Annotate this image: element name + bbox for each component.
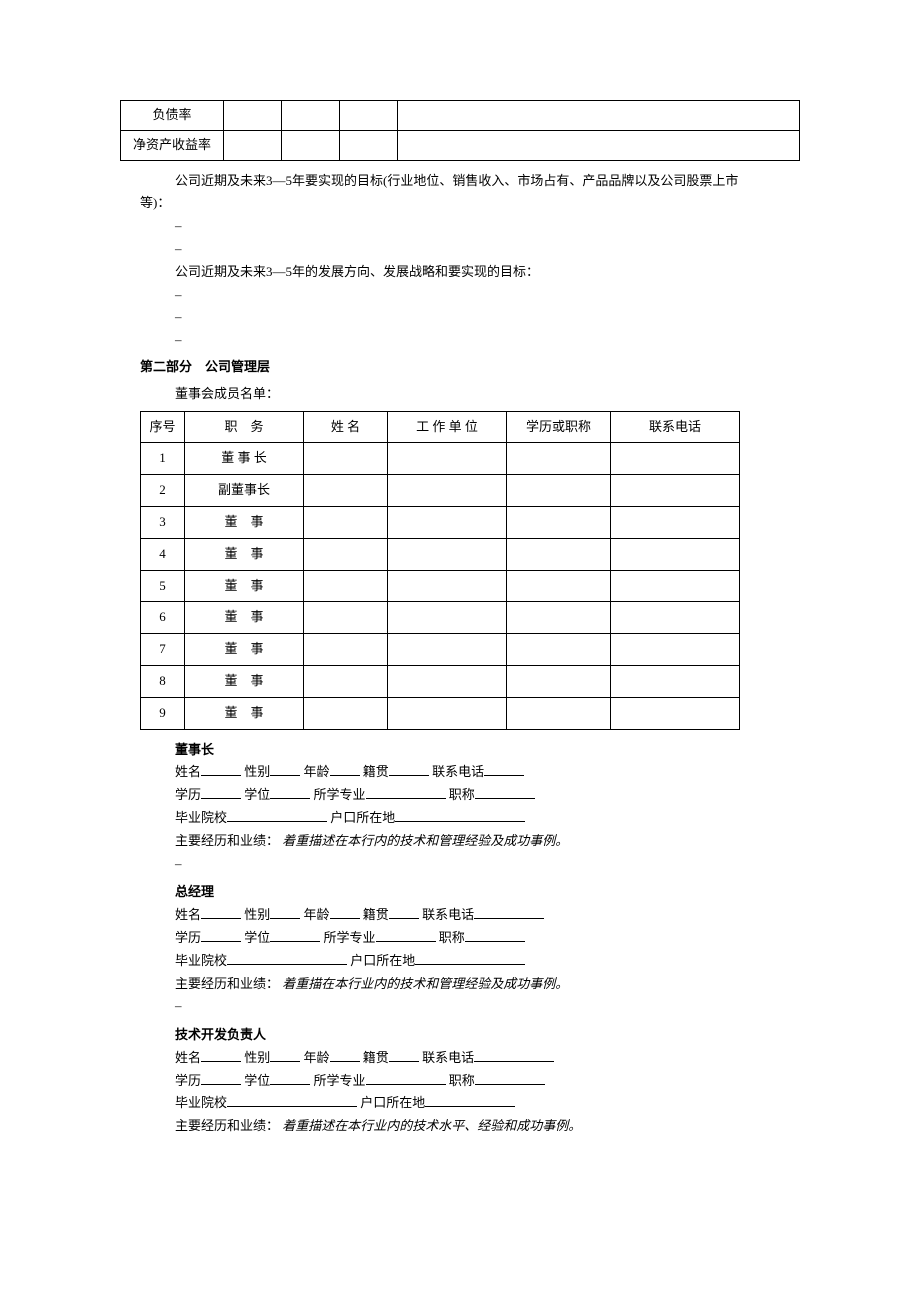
chairman-title: 董事长 [175,740,800,761]
blank-line: – [175,239,800,260]
blank-line: – [175,307,800,328]
col-position: 职 务 [185,411,304,443]
table-row: 2副董事长 [141,475,740,507]
gm-line2: 学历 学位 所学专业 职称 [175,928,800,949]
gm-exp: 主要经历和业绩： 着重描在本行业内的技术和管理经验及成功事例。 [175,974,800,995]
gm-line1: 姓名 性别 年龄 籍贯 联系电话 [175,905,800,926]
gender-field[interactable] [270,1048,300,1062]
tech-line3: 毕业院校 户口所在地 [175,1093,800,1114]
edu-field[interactable] [201,1071,241,1085]
age-field[interactable] [330,905,360,919]
chairman-line2: 学历 学位 所学专业 职称 [175,785,800,806]
gm-line3: 毕业院校 户口所在地 [175,951,800,972]
major-field[interactable] [376,928,436,942]
phone-field[interactable] [474,905,544,919]
table-row: 5董 事 [141,570,740,602]
chairman-exp: 主要经历和业绩： 着重描述在本行内的技术和管理经验及成功事例。 [175,831,800,852]
edu-field[interactable] [201,785,241,799]
table-header-row: 序号 职 务 姓 名 工 作 单 位 学历或职称 联系电话 [141,411,740,443]
tech-line1: 姓名 性别 年龄 籍贯 联系电话 [175,1048,800,1069]
phone-field[interactable] [474,1048,554,1062]
gm-title: 总经理 [175,882,800,903]
blank-line: – [175,854,800,875]
hukou-field[interactable] [425,1093,515,1107]
gender-field[interactable] [270,762,300,776]
origin-field[interactable] [389,762,429,776]
degree-field[interactable] [270,1071,310,1085]
finance-table: 负债率 净资产收益率 [120,100,800,161]
board-table: 序号 职 务 姓 名 工 作 单 位 学历或职称 联系电话 1董 事 长 2副董… [140,411,740,730]
table-row: 6董 事 [141,602,740,634]
school-field[interactable] [227,1093,357,1107]
table-row: 8董 事 [141,665,740,697]
origin-field[interactable] [389,905,419,919]
phone-field[interactable] [484,762,524,776]
board-title: 董事会成员名单： [175,384,800,405]
age-field[interactable] [330,762,360,776]
title-field[interactable] [475,785,535,799]
gm-block: 总经理 姓名 性别 年龄 籍贯 联系电话 学历 学位 所学专业 职称 毕业院校 … [175,882,800,994]
blank-line: – [175,285,800,306]
school-field[interactable] [227,951,347,965]
hukou-field[interactable] [395,808,525,822]
age-field[interactable] [330,1048,360,1062]
tech-exp: 主要经历和业绩： 着重描述在本行业内的技术水平、经验和成功事例。 [175,1116,800,1137]
col-phone: 联系电话 [611,411,740,443]
goals-intro-1b: 等)： [140,193,800,214]
table-row: 9董 事 [141,697,740,729]
degree-field[interactable] [270,785,310,799]
tech-block: 技术开发负责人 姓名 性别 年龄 籍贯 联系电话 学历 学位 所学专业 职称 毕… [175,1025,800,1137]
name-field[interactable] [201,1048,241,1062]
col-seq: 序号 [141,411,185,443]
table-row: 负债率 [121,101,800,131]
table-row: 7董 事 [141,634,740,666]
chairman-block: 董事长 姓名 性别 年龄 籍贯 联系电话 学历 学位 所学专业 职称 毕业院校 … [175,740,800,852]
name-field[interactable] [201,905,241,919]
table-row: 1董 事 长 [141,443,740,475]
col-workplace: 工 作 单 位 [388,411,507,443]
blank-line: – [175,216,800,237]
name-field[interactable] [201,762,241,776]
col-name: 姓 名 [304,411,388,443]
chairman-line1: 姓名 性别 年龄 籍贯 联系电话 [175,762,800,783]
tech-title: 技术开发负责人 [175,1025,800,1046]
goals-intro-1a: 公司近期及未来3—5年要实现的目标(行业地位、销售收入、市场占有、产品品牌以及公… [175,171,800,192]
title-field[interactable] [465,928,525,942]
blank-line: – [175,330,800,351]
hukou-field[interactable] [415,951,525,965]
section-2-title: 第二部分 公司管理层 [140,357,800,378]
origin-field[interactable] [389,1048,419,1062]
finance-row-label: 负债率 [121,101,224,131]
gender-field[interactable] [270,905,300,919]
finance-row-label: 净资产收益率 [121,130,224,160]
chairman-line3: 毕业院校 户口所在地 [175,808,800,829]
blank-line: – [175,996,800,1017]
tech-line2: 学历 学位 所学专业 职称 [175,1071,800,1092]
table-row: 3董 事 [141,506,740,538]
table-row: 净资产收益率 [121,130,800,160]
school-field[interactable] [227,808,327,822]
goals-intro-2: 公司近期及未来3—5年的发展方向、发展战略和要实现的目标： [175,262,800,283]
title-field[interactable] [475,1071,545,1085]
degree-field[interactable] [270,928,320,942]
edu-field[interactable] [201,928,241,942]
major-field[interactable] [366,785,446,799]
col-education: 学历或职称 [507,411,611,443]
table-row: 4董 事 [141,538,740,570]
major-field[interactable] [366,1071,446,1085]
